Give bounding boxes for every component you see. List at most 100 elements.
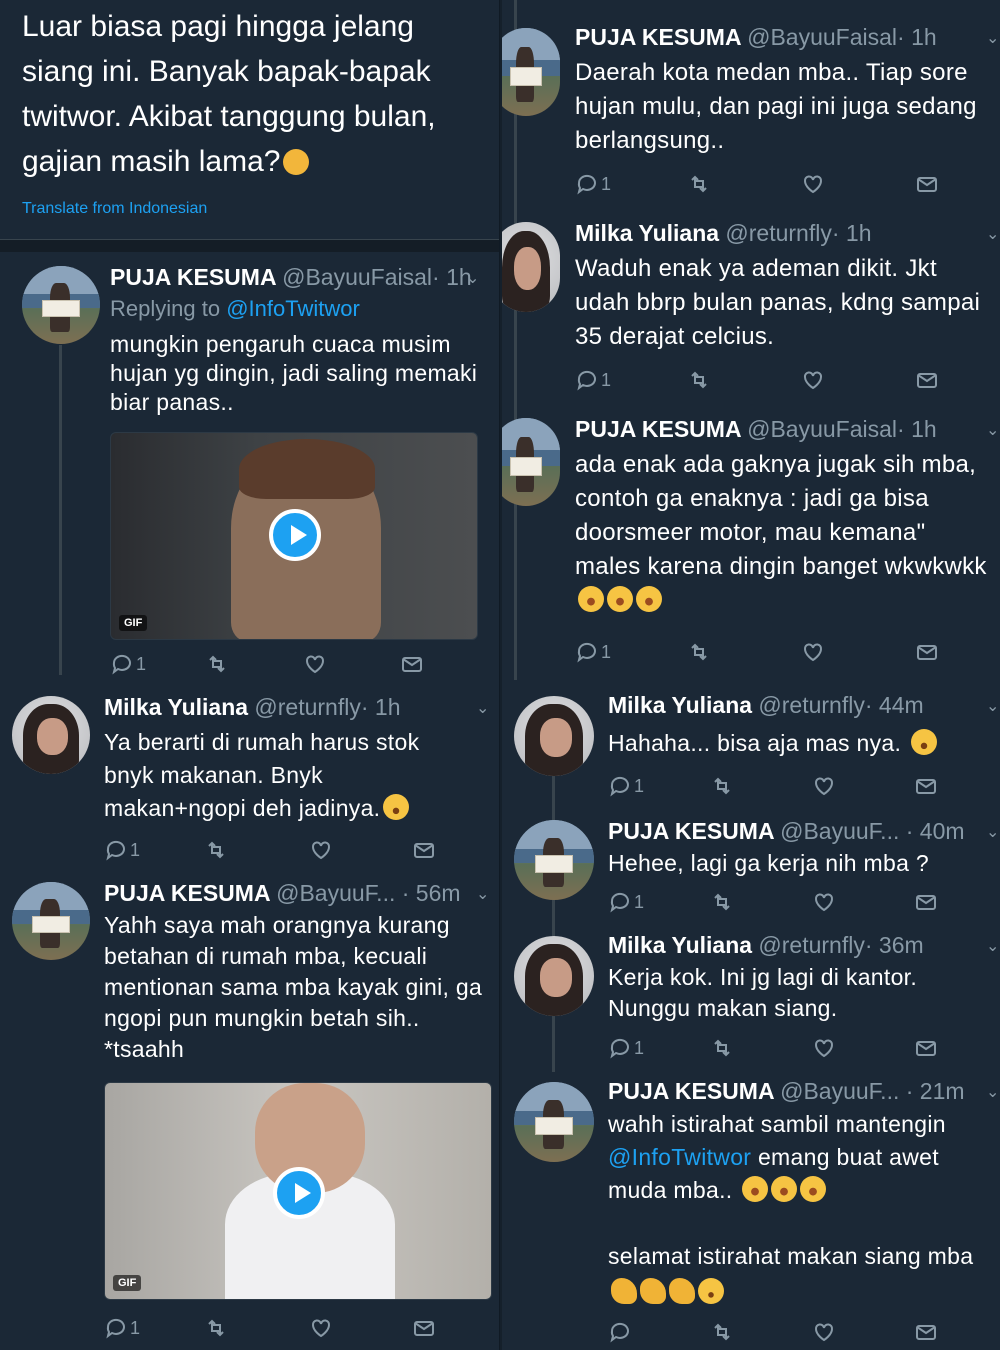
tweet-text: Waduh enak ya ademan dikit. Jkt udah bbr… xyxy=(575,255,981,350)
tweet[interactable]: PUJA KESUMA @BayuuF... · 21m ⌄ wahh isti… xyxy=(502,1070,1000,1350)
tweet-actions: 1 xyxy=(575,172,945,200)
message-button[interactable] xyxy=(400,652,424,680)
avatar[interactable] xyxy=(514,1082,594,1162)
play-icon[interactable] xyxy=(273,1167,325,1219)
reply-button[interactable]: 1 xyxy=(608,890,644,918)
tweet[interactable]: PUJA KESUMA @BayuuF... · 40m ⌄ Hehee, la… xyxy=(502,808,1000,926)
tweet-author[interactable]: PUJA KESUMA @BayuuFaisal· 1h xyxy=(110,264,472,291)
like-button[interactable] xyxy=(801,640,825,668)
like-button[interactable] xyxy=(812,774,836,802)
message-button[interactable] xyxy=(915,172,939,200)
tweet-author[interactable]: PUJA KESUMA @BayuuFaisal· 1h xyxy=(575,416,937,443)
like-button[interactable] xyxy=(303,652,327,680)
avatar[interactable] xyxy=(502,418,560,506)
message-button[interactable] xyxy=(914,1036,938,1064)
tweet-author[interactable]: PUJA KESUMA @BayuuF... · 21m xyxy=(608,1078,965,1105)
tweet[interactable]: PUJA KESUMA @BayuuFaisal· 1h ⌄ ada enak … xyxy=(502,404,1000,680)
retweet-button[interactable] xyxy=(205,652,229,680)
chevron-down-icon[interactable]: ⌄ xyxy=(986,420,999,440)
avatar[interactable] xyxy=(502,222,560,312)
gif-badge: GIF xyxy=(119,615,148,631)
tweet-actions xyxy=(608,1320,938,1348)
avatar[interactable] xyxy=(502,28,560,116)
chevron-down-icon[interactable]: ⌄ xyxy=(986,1082,999,1102)
tweet[interactable]: PUJA KESUMA @BayuuF... · 56m ⌄ Yahh saya… xyxy=(0,868,500,1350)
message-button[interactable] xyxy=(914,1320,938,1348)
retweet-button[interactable] xyxy=(710,774,734,802)
reply-button[interactable]: 1 xyxy=(575,368,611,396)
chevron-down-icon[interactable]: ⌄ xyxy=(986,224,999,244)
message-button[interactable] xyxy=(914,890,938,918)
retweet-button[interactable] xyxy=(687,368,711,396)
reply-button[interactable] xyxy=(608,1320,632,1348)
message-button[interactable] xyxy=(915,640,939,668)
play-icon[interactable] xyxy=(269,509,321,561)
chevron-down-icon[interactable]: ⌄ xyxy=(476,698,489,718)
retweet-button[interactable] xyxy=(204,838,228,866)
tweet[interactable]: Milka Yuliana @returnfly· 1h ⌄ Waduh ena… xyxy=(502,208,1000,406)
tweet[interactable]: Milka Yuliana @returnfly· 36m ⌄ Kerja ko… xyxy=(502,924,1000,1072)
chevron-down-icon[interactable]: ⌄ xyxy=(986,696,999,716)
tweet-author[interactable]: Milka Yuliana @returnfly· 36m xyxy=(608,932,924,959)
retweet-button[interactable] xyxy=(710,1320,734,1348)
tweet[interactable]: PUJA KESUMA @BayuuFaisal· 1h ⌄ Replying … xyxy=(0,252,500,682)
winking-emoji-icon xyxy=(698,1278,724,1304)
reply-button[interactable]: 1 xyxy=(104,1316,140,1344)
avatar[interactable] xyxy=(22,266,100,344)
chevron-down-icon[interactable]: ⌄ xyxy=(986,28,999,48)
avatar[interactable] xyxy=(514,820,594,900)
tweet-author[interactable]: Milka Yuliana @returnfly· 1h xyxy=(104,694,401,721)
gif-media[interactable]: GIF xyxy=(104,1082,492,1300)
retweet-button[interactable] xyxy=(687,640,711,668)
chevron-down-icon[interactable]: ⌄ xyxy=(466,268,479,288)
original-tweet-text: Luar biasa pagi hingga jelang siang ini.… xyxy=(22,10,436,178)
retweet-button[interactable] xyxy=(204,1316,228,1344)
avatar[interactable] xyxy=(514,696,594,776)
avatar[interactable] xyxy=(514,936,594,1016)
message-button[interactable] xyxy=(914,774,938,802)
avatar[interactable] xyxy=(12,696,90,774)
reply-icon xyxy=(610,776,629,797)
like-button[interactable] xyxy=(812,890,836,918)
tweet-author[interactable]: PUJA KESUMA @BayuuF... · 40m xyxy=(608,818,965,845)
tweet[interactable]: Milka Yuliana @returnfly· 44m ⌄ Hahaha..… xyxy=(502,682,1000,812)
message-button[interactable] xyxy=(412,1316,436,1344)
retweet-button[interactable] xyxy=(687,172,711,200)
chevron-down-icon[interactable]: ⌄ xyxy=(986,822,999,842)
translate-link[interactable]: Translate from Indonesian xyxy=(22,200,207,218)
like-button[interactable] xyxy=(801,172,825,200)
avatar[interactable] xyxy=(12,882,90,960)
like-button[interactable] xyxy=(801,368,825,396)
reply-button[interactable]: 1 xyxy=(104,838,140,866)
reply-icon xyxy=(610,892,629,913)
message-button[interactable] xyxy=(412,838,436,866)
gif-media[interactable]: GIF xyxy=(110,432,478,640)
retweet-icon xyxy=(691,371,707,389)
tweet[interactable]: Milka Yuliana @returnfly· 1h ⌄ Ya berart… xyxy=(0,682,500,867)
like-button[interactable] xyxy=(812,1036,836,1064)
reply-button[interactable]: 1 xyxy=(110,652,146,680)
like-button[interactable] xyxy=(812,1320,836,1348)
tweet-author[interactable]: Milka Yuliana @returnfly· 1h xyxy=(575,220,872,247)
reply-button[interactable]: 1 xyxy=(608,1036,644,1064)
chevron-down-icon[interactable]: ⌄ xyxy=(476,884,489,904)
laughing-emoji-icon xyxy=(607,586,633,612)
tweet[interactable]: PUJA KESUMA @BayuuFaisal· 1h ⌄ Daerah ko… xyxy=(502,0,1000,210)
reply-button[interactable]: 1 xyxy=(608,774,644,802)
laughing-emoji-icon xyxy=(636,586,662,612)
mention-link[interactable]: @InfoTwitwor xyxy=(226,296,360,321)
tweet-author[interactable]: PUJA KESUMA @BayuuFaisal· 1h xyxy=(575,24,937,51)
like-button[interactable] xyxy=(309,1316,333,1344)
chevron-down-icon[interactable]: ⌄ xyxy=(986,936,999,956)
message-button[interactable] xyxy=(915,368,939,396)
retweet-button[interactable] xyxy=(710,890,734,918)
reply-icon xyxy=(112,654,131,675)
tweet-author[interactable]: PUJA KESUMA @BayuuF... · 56m xyxy=(104,880,461,907)
tweet-actions: 1 xyxy=(608,774,938,802)
retweet-button[interactable] xyxy=(710,1036,734,1064)
reply-button[interactable]: 1 xyxy=(575,640,611,668)
tweet-author[interactable]: Milka Yuliana @returnfly· 44m xyxy=(608,692,924,719)
like-button[interactable] xyxy=(309,838,333,866)
reply-button[interactable]: 1 xyxy=(575,172,611,200)
mention-link[interactable]: @InfoTwitwor xyxy=(608,1144,751,1170)
